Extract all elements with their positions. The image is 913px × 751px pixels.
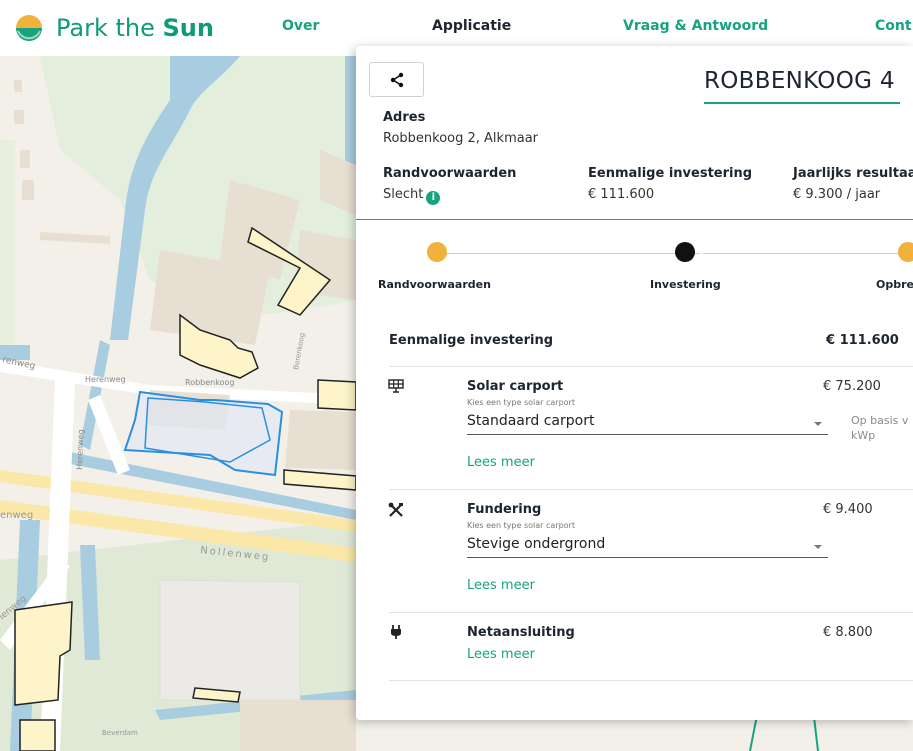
row-divider bbox=[389, 366, 913, 367]
row-divider bbox=[389, 680, 913, 681]
item-note-solar-carport: Op basis v kWp bbox=[851, 414, 909, 442]
property-panel: ROBBENKOOG 4 Adres Robbenkoog 2, Alkmaar… bbox=[356, 46, 913, 720]
share-icon bbox=[390, 72, 403, 87]
address-value: Robbenkoog 2, Alkmaar bbox=[383, 131, 539, 146]
street-label: Beverdam bbox=[102, 729, 138, 737]
lees-meer-link-solar-carport[interactable]: Lees meer bbox=[467, 455, 535, 470]
plug-icon bbox=[391, 625, 401, 639]
solar-panel-icon bbox=[388, 379, 404, 393]
lees-meer-link-netaansluiting[interactable]: Lees meer bbox=[467, 647, 535, 662]
stepper-line bbox=[440, 253, 700, 254]
street-label: Herenweg bbox=[85, 375, 126, 384]
nav-over[interactable]: Over bbox=[282, 18, 319, 34]
nav-vraag-antwoord[interactable]: Vraag & Antwoord bbox=[623, 18, 768, 34]
step-label-randvoorwaarden[interactable]: Randvoorwaarden bbox=[378, 278, 491, 291]
item-price-netaansluiting: € 8.800 bbox=[823, 625, 873, 640]
step-dot-randvoorwaarden[interactable] bbox=[427, 242, 447, 262]
page-title: ROBBENKOOG 4 bbox=[704, 68, 895, 94]
summary-value-randvoorwaarden: Slecht i bbox=[383, 187, 441, 205]
item-title-netaansluiting: Netaansluiting bbox=[467, 625, 575, 640]
summary-label-resultaat: Jaarlijks resultaa bbox=[793, 166, 913, 181]
carport-type-select[interactable]: Standaard carport bbox=[467, 412, 828, 435]
step-dot-investering[interactable] bbox=[675, 242, 695, 262]
summary-value-resultaat: € 9.300 / jaar bbox=[793, 187, 881, 202]
item-hint-solar-carport: Kies een type solar carport bbox=[467, 398, 575, 407]
street-label: enweg bbox=[0, 510, 33, 521]
nav-applicatie[interactable]: Applicatie bbox=[432, 18, 511, 34]
row-divider bbox=[389, 612, 913, 613]
summary-label-randvoorwaarden: Randvoorwaarden bbox=[383, 166, 517, 181]
fundering-type-value: Stevige ondergrond bbox=[467, 536, 606, 552]
stepper-line bbox=[703, 253, 913, 254]
logo[interactable]: Park the Sun bbox=[14, 8, 214, 48]
item-price-solar-carport: € 75.200 bbox=[823, 379, 881, 394]
investment-title: Eenmalige investering bbox=[389, 333, 554, 348]
logo-sun-icon bbox=[16, 15, 42, 41]
fundering-type-select[interactable]: Stevige ondergrond bbox=[467, 535, 828, 558]
chevron-down-icon bbox=[814, 422, 822, 426]
row-divider bbox=[389, 489, 913, 490]
item-price-fundering: € 9.400 bbox=[823, 502, 873, 517]
step-label-investering[interactable]: Investering bbox=[650, 278, 721, 291]
item-title-fundering: Fundering bbox=[467, 502, 542, 517]
step-dot-opbrengst[interactable] bbox=[898, 242, 913, 262]
title-underline bbox=[704, 102, 900, 104]
street-label: Herenweg bbox=[75, 429, 85, 470]
carport-type-value: Standaard carport bbox=[467, 413, 595, 429]
lees-meer-link-fundering[interactable]: Lees meer bbox=[467, 578, 535, 593]
investment-total: € 111.600 bbox=[826, 333, 899, 348]
summary-divider bbox=[356, 219, 913, 220]
randvoorwaarden-status: Slecht bbox=[383, 187, 424, 202]
street-label: Robbenkoog bbox=[185, 378, 234, 387]
chevron-down-icon bbox=[814, 545, 822, 549]
share-button[interactable] bbox=[369, 62, 424, 97]
step-label-opbrengst[interactable]: Opbre bbox=[876, 278, 913, 291]
item-title-solar-carport: Solar carport bbox=[467, 379, 564, 394]
info-icon[interactable]: i bbox=[426, 191, 441, 205]
tools-icon bbox=[388, 502, 403, 517]
summary-value-investering: € 111.600 bbox=[588, 187, 655, 202]
address-label: Adres bbox=[383, 110, 426, 125]
logo-text: Park the Sun bbox=[56, 14, 214, 42]
nav-contact[interactable]: Cont bbox=[875, 18, 912, 34]
item-hint-fundering: Kies een type solar carport bbox=[467, 521, 575, 530]
summary-label-investering: Eenmalige investering bbox=[588, 166, 753, 181]
